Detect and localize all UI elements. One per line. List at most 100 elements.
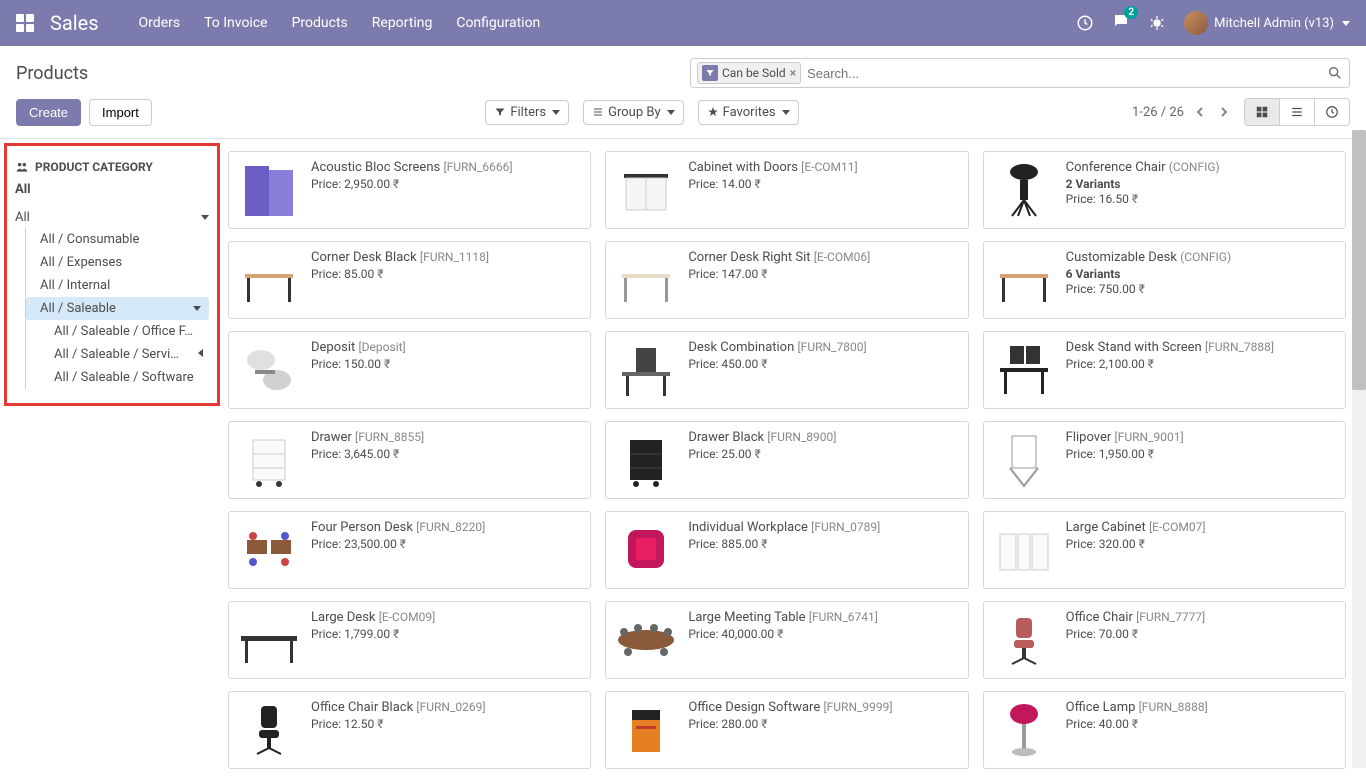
product-ref: [FURN_1118] — [420, 250, 489, 264]
import-button[interactable]: Import — [89, 99, 152, 126]
product-card[interactable]: Four Person Desk [FURN_8220] Price: 23,5… — [228, 511, 591, 589]
filter-icon — [702, 65, 718, 81]
product-card[interactable]: Corner Desk Black [FURN_1118] Price: 85.… — [228, 241, 591, 319]
product-card[interactable]: Office Lamp [FURN_8888] Price: 40.00 — [983, 691, 1346, 769]
search-icon[interactable] — [1327, 65, 1343, 81]
scrollbar[interactable] — [1352, 130, 1366, 768]
caret-down-icon — [1342, 21, 1350, 26]
filters-dropdown[interactable]: Filters — [485, 100, 569, 125]
sidebar-title: PRODUCT CATEGORY — [15, 160, 209, 174]
product-card[interactable]: Large Cabinet [E-COM07] Price: 320.00 — [983, 511, 1346, 589]
pager-value[interactable]: 1-26 / 26 — [1132, 105, 1184, 120]
product-price: Price: 750.00 — [1066, 282, 1335, 296]
view-list[interactable] — [1280, 99, 1315, 125]
product-card[interactable]: Conference Chair (CONFIG) 2 Variants Pri… — [983, 151, 1346, 229]
search-input[interactable] — [807, 66, 1327, 81]
product-price: Price: 147.00 — [688, 267, 957, 281]
product-card[interactable]: Large Desk [E-COM09] Price: 1,799.00 — [228, 601, 591, 679]
sidebar-item[interactable]: All / Internal — [25, 274, 209, 297]
product-image — [614, 430, 678, 492]
product-price: Price: 1,799.00 — [311, 627, 580, 641]
product-body: Office Chair [FURN_7777] Price: 70.00 — [1066, 610, 1335, 670]
product-price: Price: 150.00 — [311, 357, 580, 371]
nav-reporting[interactable]: Reporting — [372, 15, 433, 31]
debug-icon[interactable] — [1148, 14, 1166, 32]
view-kanban[interactable] — [1245, 99, 1280, 125]
sidebar-item[interactable]: All / Expenses — [25, 251, 209, 274]
product-body: Drawer [FURN_8855] Price: 3,645.00 — [311, 430, 580, 490]
view-activity[interactable] — [1315, 99, 1349, 125]
product-card[interactable]: Office Design Software [FURN_9999] Price… — [605, 691, 968, 769]
sidebar-item[interactable]: All / Consumable — [25, 228, 209, 251]
product-image — [614, 700, 678, 762]
product-card[interactable]: Acoustic Bloc Screens [FURN_6666] Price:… — [228, 151, 591, 229]
product-card[interactable]: Corner Desk Right Sit [E-COM06] Price: 1… — [605, 241, 968, 319]
product-image — [992, 610, 1056, 672]
product-card[interactable]: Deposit [Deposit] Price: 150.00 — [228, 331, 591, 409]
product-body: Flipover [FURN_9001] Price: 1,950.00 — [1066, 430, 1335, 490]
product-card[interactable]: Large Meeting Table [FURN_6741] Price: 4… — [605, 601, 968, 679]
product-body: Office Chair Black [FURN_0269] Price: 12… — [311, 700, 580, 760]
facet-remove[interactable]: × — [790, 66, 796, 80]
user-menu[interactable]: Mitchell Admin (v13) — [1184, 11, 1350, 35]
product-title: Drawer [FURN_8855] — [311, 430, 580, 445]
product-price: Price: 450.00 — [688, 357, 957, 371]
sidebar-root[interactable]: All — [15, 207, 209, 228]
product-card[interactable]: Office Chair Black [FURN_0269] Price: 12… — [228, 691, 591, 769]
nav-configuration[interactable]: Configuration — [456, 15, 540, 31]
search-bar[interactable]: Can be Sold × — [690, 58, 1350, 88]
sidebar-all[interactable]: All — [15, 182, 209, 197]
favorites-dropdown[interactable]: Favorites — [698, 100, 799, 125]
product-card[interactable]: Drawer Black [FURN_8900] Price: 25.00 — [605, 421, 968, 499]
product-image — [614, 340, 678, 402]
create-button[interactable]: Create — [16, 99, 81, 126]
product-price: Price: 70.00 — [1066, 627, 1335, 641]
sidebar-sub-item[interactable]: All / Saleable / Office F… — [25, 320, 209, 343]
sidebar-sub-item[interactable]: All / Saleable / Software — [25, 366, 209, 389]
sidebar-item[interactable]: All / Saleable — [25, 297, 209, 320]
product-card[interactable]: Desk Stand with Screen [FURN_7888] Price… — [983, 331, 1346, 409]
product-card[interactable]: Cabinet with Doors [E-COM11] Price: 14.0… — [605, 151, 968, 229]
groupby-dropdown[interactable]: Group By — [583, 100, 684, 125]
product-ref: [FURN_8855] — [355, 430, 424, 444]
pager-prev[interactable] — [1192, 104, 1208, 120]
sidebar-item-label: All / Saleable — [40, 301, 116, 316]
sidebar-sub-item[interactable]: All / Saleable / Servi… — [25, 343, 209, 366]
pager-next[interactable] — [1216, 104, 1232, 120]
product-body: Drawer Black [FURN_8900] Price: 25.00 — [688, 430, 957, 490]
kanban-view: Acoustic Bloc Screens [FURN_6666] Price:… — [224, 139, 1366, 777]
product-card[interactable]: Flipover [FURN_9001] Price: 1,950.00 — [983, 421, 1346, 499]
nav-orders[interactable]: Orders — [139, 15, 181, 31]
app-brand[interactable]: Sales — [50, 11, 99, 35]
product-card[interactable]: Customizable Desk (CONFIG) 6 Variants Pr… — [983, 241, 1346, 319]
product-image — [237, 430, 301, 492]
product-card[interactable]: Desk Combination [FURN_7800] Price: 450.… — [605, 331, 968, 409]
product-ref: [FURN_8220] — [416, 520, 485, 534]
caret-down-icon — [552, 110, 560, 115]
sidebar-category: PRODUCT CATEGORY All All All / Consumabl… — [4, 143, 220, 406]
product-price: Price: 23,500.00 — [311, 537, 580, 551]
product-title: Corner Desk Black [FURN_1118] — [311, 250, 580, 265]
product-image — [992, 250, 1056, 312]
product-image — [992, 340, 1056, 402]
product-card[interactable]: Individual Workplace [FURN_0789] Price: … — [605, 511, 968, 589]
chat-icon[interactable]: 2 — [1112, 12, 1130, 34]
scrollbar-thumb[interactable] — [1352, 130, 1366, 390]
nav-to-invoice[interactable]: To Invoice — [204, 15, 268, 31]
product-body: Office Lamp [FURN_8888] Price: 40.00 — [1066, 700, 1335, 760]
apps-icon[interactable] — [16, 14, 34, 32]
product-title: Deposit [Deposit] — [311, 340, 580, 355]
product-image — [237, 250, 301, 312]
sidebar-item-label: All / Expenses — [40, 255, 122, 270]
product-body: Corner Desk Right Sit [E-COM06] Price: 1… — [688, 250, 957, 310]
product-price: Price: 1,950.00 — [1066, 447, 1335, 461]
clock-icon[interactable] — [1076, 14, 1094, 32]
facet-label: Can be Sold — [722, 66, 786, 80]
product-body: Individual Workplace [FURN_0789] Price: … — [688, 520, 957, 580]
product-card[interactable]: Office Chair [FURN_7777] Price: 70.00 — [983, 601, 1346, 679]
product-ref: (CONFIG) — [1180, 250, 1231, 264]
product-title: Office Chair [FURN_7777] — [1066, 610, 1335, 625]
product-card[interactable]: Drawer [FURN_8855] Price: 3,645.00 — [228, 421, 591, 499]
product-image — [237, 160, 301, 222]
nav-products[interactable]: Products — [292, 15, 348, 31]
